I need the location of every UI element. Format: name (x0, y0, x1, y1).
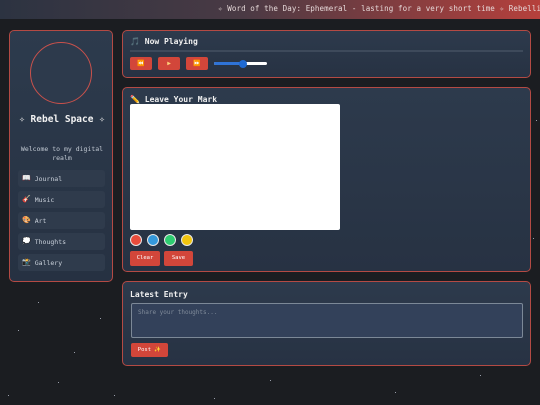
book-icon: 📖 (22, 174, 31, 182)
sidebar-item-journal[interactable]: 📖 Journal (18, 170, 105, 187)
play-icon: ▶ (167, 60, 171, 67)
color-swatch-blue[interactable] (147, 234, 159, 246)
ticker-text: ✧ Word of the Day: Ephemeral - lasting f… (218, 4, 540, 13)
latest-entry-title: Latest Entry (130, 290, 188, 299)
sidebar-item-music[interactable]: 🎸 Music (18, 191, 105, 208)
play-button[interactable]: ▶ (158, 57, 180, 70)
drawing-canvas[interactable] (130, 104, 340, 230)
site-tagline: Welcome to my digital realm (20, 145, 104, 162)
music-player-panel: 🎵 Now Playing ⏪ ▶ ⏩ (122, 30, 531, 78)
avatar (30, 42, 92, 104)
volume-slider-handle[interactable] (239, 59, 248, 68)
sidebar-item-label: Gallery (34, 258, 63, 267)
clear-button[interactable]: Clear (130, 251, 160, 266)
sidebar-item-gallery[interactable]: 📸 Gallery (18, 254, 105, 271)
color-swatch-red[interactable] (130, 234, 142, 246)
camera-icon: 📸 (22, 258, 31, 266)
save-button[interactable]: Save (164, 251, 193, 266)
track-progress-bar (130, 50, 523, 52)
color-swatch-yellow[interactable] (181, 234, 193, 246)
sidebar-item-label: Thoughts (34, 237, 67, 246)
sidebar-item-label: Music (34, 195, 55, 204)
color-swatch-green[interactable] (164, 234, 176, 246)
sidebar-item-thoughts[interactable]: 💭 Thoughts (18, 233, 105, 250)
word-of-the-day-ticker: ✧ Word of the Day: Ephemeral - lasting f… (0, 0, 540, 19)
site-title: ✧ Rebel Space ✧ (19, 114, 105, 125)
sidebar-item-art[interactable]: 🎨 Art (18, 212, 105, 229)
thought-bubble-icon: 💭 (22, 237, 31, 245)
palette-icon: 🎨 (22, 216, 31, 224)
sidebar-item-label: Journal (34, 174, 63, 183)
rewind-icon: ⏪ (137, 60, 145, 67)
volume-slider[interactable] (214, 59, 267, 68)
drawing-panel: ✏️ Leave Your Mark Clear Save (122, 87, 531, 272)
now-playing-title: 🎵 Now Playing (130, 37, 198, 46)
guitar-icon: 🎸 (22, 195, 31, 203)
sidebar-item-label: Art (34, 216, 47, 225)
rewind-button[interactable]: ⏪ (130, 57, 152, 70)
sidebar: ✧ Rebel Space ✧ Welcome to my digital re… (9, 30, 113, 282)
thoughts-input[interactable] (131, 303, 523, 338)
post-button[interactable]: Post ✨ (131, 343, 168, 357)
leave-your-mark-title: ✏️ Leave Your Mark (130, 95, 218, 104)
fast-forward-icon: ⏩ (193, 60, 201, 67)
latest-entry-panel: Latest Entry Post ✨ (122, 281, 531, 366)
fast-forward-button[interactable]: ⏩ (186, 57, 208, 70)
